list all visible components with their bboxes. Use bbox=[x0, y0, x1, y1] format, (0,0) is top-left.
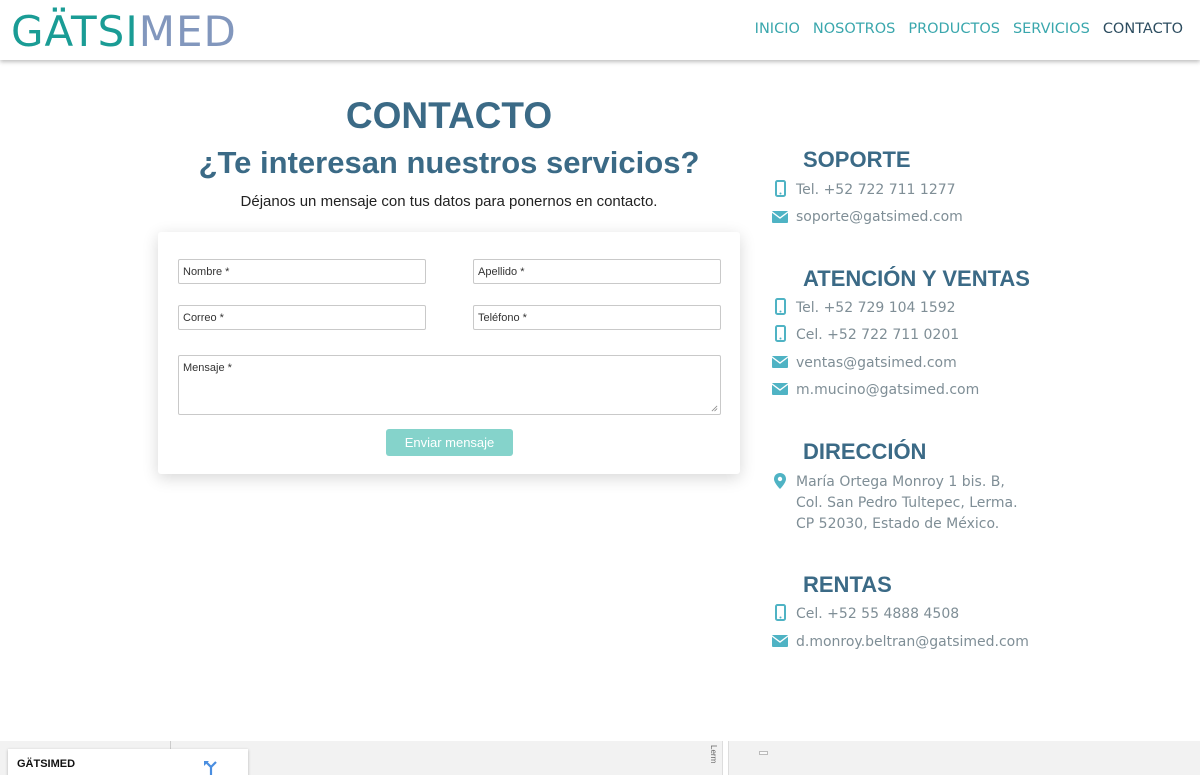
ventas-cel[interactable]: Cel. +52 722 711 0201 bbox=[796, 327, 959, 343]
logo-text-primary: GÄTSI bbox=[11, 7, 139, 56]
rentas-email[interactable]: d.monroy.beltran@gatsimed.com bbox=[796, 634, 1029, 650]
main-nav: INICIO NOSOTROS PRODUCTOS SERVICIOS CONT… bbox=[755, 21, 1183, 37]
nav-inicio[interactable]: INICIO bbox=[755, 21, 800, 37]
logo-text-secondary: MED bbox=[138, 7, 237, 56]
address-line-2: Col. San Pedro Tultepec, Lerma. bbox=[796, 495, 1018, 511]
map-road-label: Lerm bbox=[709, 745, 718, 764]
page-title: CONTACTO bbox=[345, 95, 553, 136]
first-name-field[interactable]: Nombre * bbox=[178, 259, 426, 284]
ventas-email-2[interactable]: m.mucino@gatsimed.com bbox=[796, 382, 979, 398]
phone-icon bbox=[775, 604, 786, 621]
envelope-icon bbox=[771, 356, 789, 368]
map-road bbox=[722, 741, 729, 775]
envelope-icon bbox=[771, 635, 789, 647]
mobile-icon bbox=[775, 325, 786, 342]
envelope-icon bbox=[771, 211, 789, 223]
phone-icon bbox=[775, 180, 786, 197]
soporte-tel[interactable]: Tel. +52 722 711 1277 bbox=[796, 182, 956, 198]
intro-text: Déjanos un mensaje con tus datos para po… bbox=[240, 193, 658, 210]
address-line-1: María Ortega Monroy 1 bis. B, bbox=[796, 474, 1005, 490]
ventas-email[interactable]: ventas@gatsimed.com bbox=[796, 355, 957, 371]
message-placeholder: Mensaje * bbox=[183, 362, 232, 374]
message-field[interactable]: Mensaje * bbox=[178, 355, 721, 415]
direccion-heading: DIRECCIÓN bbox=[803, 439, 927, 464]
directions-icon[interactable] bbox=[203, 760, 219, 775]
logo[interactable]: GÄTSIMED bbox=[11, 8, 237, 56]
address-line-3: CP 52030, Estado de México. bbox=[796, 516, 1000, 532]
rentas-heading: RENTAS bbox=[803, 572, 892, 597]
contact-form: Nombre * Apellido * Correo * Teléfono * … bbox=[158, 232, 740, 474]
embedded-map[interactable]: GÄTSIMED Lerm bbox=[0, 741, 1200, 775]
map-place-card[interactable]: GÄTSIMED bbox=[8, 749, 248, 775]
nav-contacto[interactable]: CONTACTO bbox=[1103, 21, 1183, 37]
phone-icon bbox=[775, 298, 786, 315]
site-header: GÄTSIMED INICIO NOSOTROS PRODUCTOS SERVI… bbox=[0, 0, 1200, 60]
rentas-cel[interactable]: Cel. +52 55 4888 4508 bbox=[796, 606, 959, 622]
page-subtitle: ¿Te interesan nuestros servicios? bbox=[198, 145, 700, 180]
last-name-field[interactable]: Apellido * bbox=[473, 259, 721, 284]
nav-servicios[interactable]: SERVICIOS bbox=[1013, 21, 1090, 37]
soporte-heading: SOPORTE bbox=[803, 147, 911, 172]
nav-nosotros[interactable]: NOSOTROS bbox=[813, 21, 895, 37]
ventas-tel[interactable]: Tel. +52 729 104 1592 bbox=[796, 300, 956, 316]
envelope-icon bbox=[771, 383, 789, 395]
ventas-heading: ATENCIÓN Y VENTAS bbox=[803, 266, 1030, 291]
soporte-email[interactable]: soporte@gatsimed.com bbox=[796, 209, 963, 225]
map-pin-icon bbox=[774, 473, 786, 489]
phone-field[interactable]: Teléfono * bbox=[473, 305, 721, 330]
email-field[interactable]: Correo * bbox=[178, 305, 426, 330]
nav-productos[interactable]: PRODUCTOS bbox=[908, 21, 1000, 37]
send-message-button[interactable]: Enviar mensaje bbox=[386, 429, 513, 456]
map-marker-box bbox=[759, 751, 768, 755]
map-place-title: GÄTSIMED bbox=[17, 758, 76, 770]
resize-handle-icon[interactable] bbox=[711, 405, 718, 412]
